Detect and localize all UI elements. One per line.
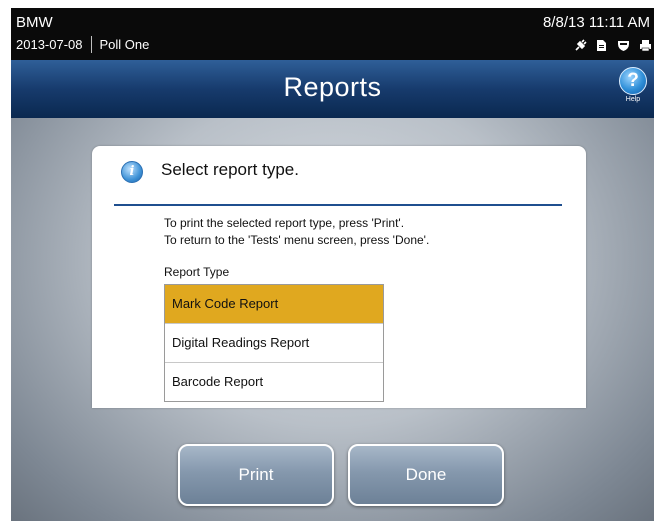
info-icon: i [121, 161, 143, 183]
help-button[interactable]: ? Help [618, 67, 648, 103]
power-plug-icon [574, 39, 587, 55]
report-type-list: Mark Code Report Digital Readings Report… [164, 284, 384, 402]
voting-device-frame: BMW 2013-07-08 Poll One 8/8/13 11:11 AM [11, 8, 654, 521]
status-left: BMW [16, 14, 53, 31]
poll-name: Poll One [99, 37, 150, 52]
screen: BMW 2013-07-08 Poll One 8/8/13 11:11 AM [11, 8, 654, 521]
election-date: 2013-07-08 [16, 37, 83, 52]
election-date-poll: 2013-07-08 Poll One [16, 36, 150, 54]
divider [90, 36, 92, 54]
election-name: BMW [16, 14, 53, 31]
printer-icon [639, 39, 652, 55]
current-datetime: 8/8/13 11:11 AM [542, 14, 650, 31]
title-bar: Reports ? Help [11, 60, 654, 120]
page-title: Reports [283, 72, 382, 102]
dialog-title: Select report type. [161, 160, 299, 179]
list-item-mark-code-report[interactable]: Mark Code Report [165, 285, 383, 323]
print-button[interactable]: Print [178, 444, 334, 506]
list-item-barcode-report[interactable]: Barcode Report [165, 362, 383, 401]
status-bar: BMW 2013-07-08 Poll One 8/8/13 11:11 AM [11, 8, 654, 60]
report-dialog: i Select report type. To print the selec… [92, 146, 586, 408]
shield-icon [617, 39, 630, 55]
done-button[interactable]: Done [348, 444, 504, 506]
instructions: To print the selected report type, press… [164, 215, 429, 249]
report-type-label: Report Type [164, 265, 230, 279]
question-mark-icon: ? [619, 67, 647, 95]
divider [114, 204, 562, 206]
list-item-digital-readings-report[interactable]: Digital Readings Report [165, 323, 383, 362]
status-icons [569, 39, 652, 57]
help-label: Help [625, 96, 641, 103]
instruction-print: To print the selected report type, press… [164, 216, 405, 230]
status-right: 8/8/13 11:11 AM [543, 14, 650, 32]
memory-card-icon [596, 39, 607, 55]
instruction-done: To return to the 'Tests' menu screen, pr… [164, 233, 430, 247]
main-area: i Select report type. To print the selec… [11, 118, 654, 521]
